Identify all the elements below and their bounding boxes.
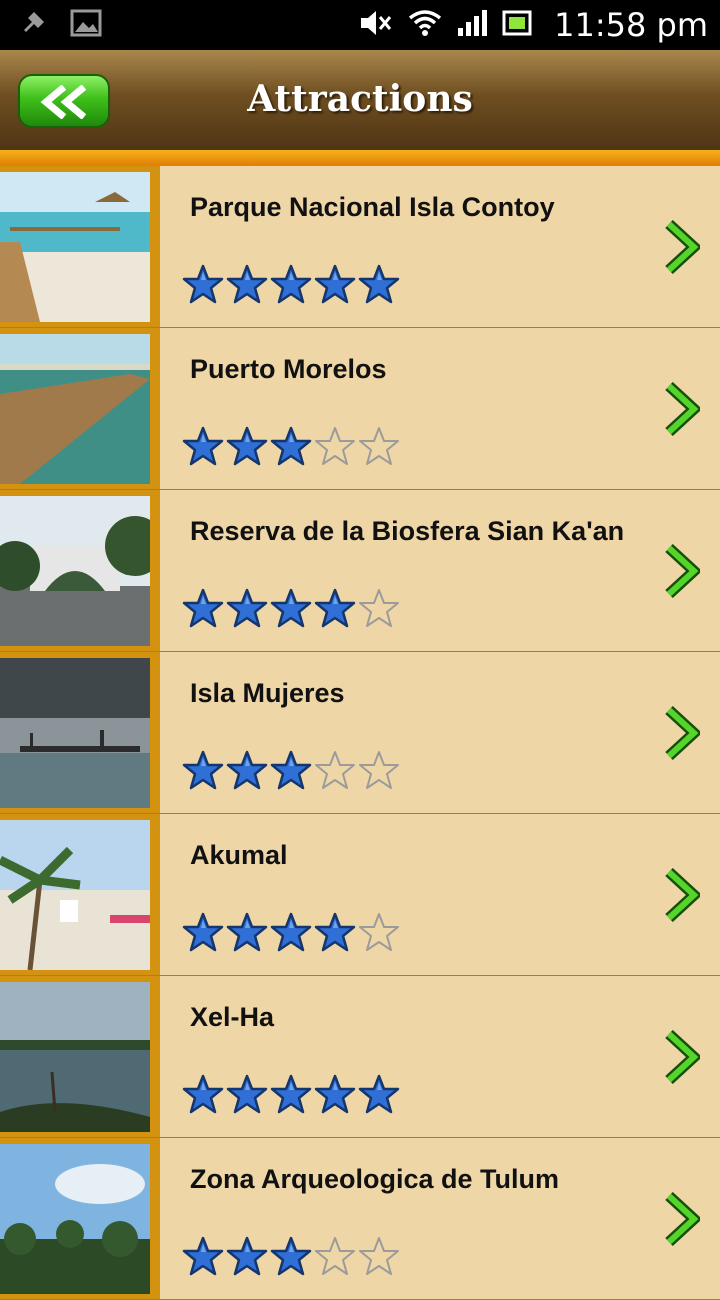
star-filled-icon — [270, 264, 312, 304]
attraction-name: Puerto Morelos — [190, 354, 387, 384]
attraction-row[interactable]: Isla Mujeres — [0, 652, 720, 814]
star-rating — [182, 426, 400, 468]
status-bar: 11:58 pm — [0, 0, 720, 50]
star-filled-icon — [182, 912, 224, 952]
attraction-name: Akumal — [190, 840, 288, 870]
thumbnail-frame — [0, 328, 160, 489]
star-empty-icon — [359, 751, 399, 789]
chevron-right-icon[interactable] — [664, 219, 703, 279]
star-filled-icon — [270, 426, 312, 466]
star-rating — [182, 750, 400, 792]
attraction-name: Parque Nacional Isla Contoy — [190, 192, 555, 222]
attractions-list: Parque Nacional Isla Contoy Puerto Morelo… — [0, 166, 720, 1300]
app-header: Attractions — [0, 50, 720, 150]
star-rating — [182, 1074, 400, 1116]
status-time: 11:58 pm — [554, 6, 708, 44]
thumbnail-frame — [0, 652, 160, 813]
attraction-row[interactable]: Zona Arqueologica de Tulum — [0, 1138, 720, 1300]
thumbnail-frame — [0, 490, 160, 651]
wifi-icon — [408, 8, 442, 43]
attraction-row[interactable]: Akumal — [0, 814, 720, 976]
thumbnail-frame — [0, 814, 160, 975]
star-empty-icon — [359, 913, 399, 951]
chevron-right-icon[interactable] — [664, 543, 703, 603]
star-filled-icon — [226, 426, 268, 466]
star-filled-icon — [270, 912, 312, 952]
chevron-right-icon[interactable] — [664, 1191, 703, 1251]
attraction-thumbnail — [0, 820, 150, 970]
attraction-thumbnail — [0, 334, 150, 484]
attraction-row[interactable]: Xel-Ha — [0, 976, 720, 1138]
star-rating — [182, 588, 400, 630]
star-empty-icon — [359, 1237, 399, 1275]
thumbnail-frame — [0, 976, 160, 1137]
star-filled-icon — [226, 264, 268, 304]
thumbnail-frame — [0, 1138, 160, 1299]
star-filled-icon — [314, 912, 356, 952]
star-filled-icon — [226, 912, 268, 952]
star-filled-icon — [270, 588, 312, 628]
star-empty-icon — [315, 1237, 355, 1275]
star-filled-icon — [358, 1074, 400, 1114]
chevron-right-icon[interactable] — [664, 705, 703, 765]
attraction-thumbnail — [0, 658, 150, 808]
attraction-name: Reserva de la Biosfera Sian Ka'an — [190, 516, 625, 546]
star-filled-icon — [270, 1074, 312, 1114]
star-rating — [182, 912, 400, 954]
attraction-name: Isla Mujeres — [190, 678, 345, 708]
star-filled-icon — [226, 1236, 268, 1276]
attraction-row[interactable]: Parque Nacional Isla Contoy — [0, 166, 720, 328]
star-filled-icon — [182, 588, 224, 628]
attraction-thumbnail — [0, 1144, 150, 1294]
star-empty-icon — [315, 751, 355, 789]
star-empty-icon — [359, 427, 399, 465]
chevron-right-icon[interactable] — [664, 381, 703, 441]
mute-icon — [358, 8, 394, 43]
star-filled-icon — [270, 750, 312, 790]
attraction-thumbnail — [0, 172, 150, 322]
image-icon — [70, 8, 102, 43]
attraction-thumbnail — [0, 982, 150, 1132]
attraction-name: Xel-Ha — [190, 1002, 275, 1032]
star-filled-icon — [358, 264, 400, 304]
signal-icon — [456, 8, 488, 43]
page-title: Attractions — [247, 78, 473, 120]
star-filled-icon — [314, 588, 356, 628]
header-divider — [0, 150, 720, 166]
star-empty-icon — [315, 427, 355, 465]
attraction-name: Zona Arqueologica de Tulum — [190, 1164, 560, 1194]
star-rating — [182, 264, 400, 306]
attraction-row[interactable]: Reserva de la Biosfera Sian Ka'an — [0, 490, 720, 652]
chevron-right-icon[interactable] — [664, 1029, 703, 1089]
star-filled-icon — [182, 1236, 224, 1276]
battery-icon — [502, 8, 534, 43]
star-empty-icon — [359, 589, 399, 627]
star-filled-icon — [182, 264, 224, 304]
attraction-thumbnail — [0, 496, 150, 646]
star-filled-icon — [182, 426, 224, 466]
star-filled-icon — [314, 1074, 356, 1114]
chevron-right-icon[interactable] — [664, 867, 703, 927]
attraction-row[interactable]: Puerto Morelos — [0, 328, 720, 490]
thumbnail-frame — [0, 166, 160, 327]
star-filled-icon — [182, 1074, 224, 1114]
star-filled-icon — [226, 1074, 268, 1114]
star-rating — [182, 1236, 400, 1278]
star-filled-icon — [226, 588, 268, 628]
star-filled-icon — [314, 264, 356, 304]
star-filled-icon — [226, 750, 268, 790]
star-filled-icon — [270, 1236, 312, 1276]
notification-icon — [18, 8, 48, 43]
star-filled-icon — [182, 750, 224, 790]
